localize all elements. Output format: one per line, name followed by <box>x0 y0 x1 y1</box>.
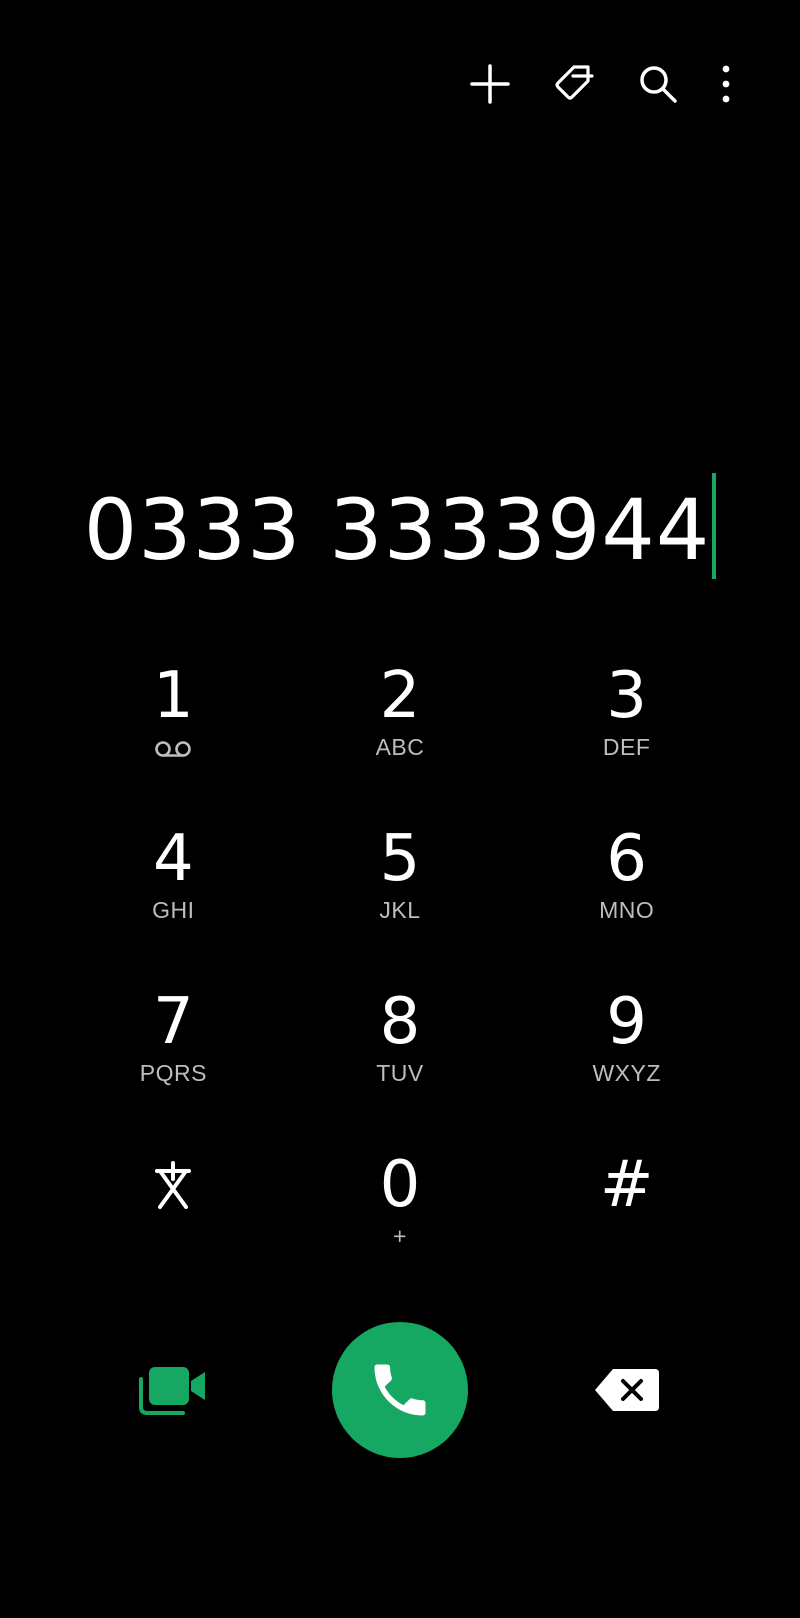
key-5[interactable]: 5 JKL <box>287 823 514 986</box>
key-digit: 9 <box>606 985 648 1059</box>
key-0[interactable]: 0 + <box>287 1149 514 1312</box>
voicemail-icon <box>154 734 192 764</box>
key-letters: DEF <box>602 734 651 760</box>
key-digit: 0 <box>379 1148 421 1222</box>
key-letters: + <box>393 1223 407 1249</box>
key-6[interactable]: 6 MNO <box>513 823 740 986</box>
key-hash[interactable]: # <box>513 1149 740 1312</box>
add-icon <box>470 64 510 104</box>
key-3[interactable]: 3 DEF <box>513 660 740 823</box>
key-digit: 5 <box>379 822 421 896</box>
call-cell <box>287 1322 514 1458</box>
key-star[interactable] <box>60 1149 287 1312</box>
key-digit: 3 <box>606 659 648 733</box>
backspace-button[interactable] <box>582 1355 672 1425</box>
key-letters: GHI <box>152 897 195 923</box>
tag-icon <box>555 65 594 100</box>
add-contact-button[interactable] <box>462 56 518 112</box>
video-call-cell <box>60 1355 287 1425</box>
key-letters: MNO <box>599 897 655 923</box>
key-letters: PQRS <box>139 1060 207 1086</box>
key-digit: 2 <box>379 659 421 733</box>
key-2[interactable]: 2 ABC <box>287 660 514 823</box>
more-vert-icon <box>722 65 730 103</box>
key-digit: # <box>599 1148 654 1222</box>
top-action-bar <box>434 56 740 112</box>
key-letters: WXYZ <box>592 1060 661 1086</box>
key-letters: TUV <box>376 1060 424 1086</box>
backspace-cell <box>513 1355 740 1425</box>
key-7[interactable]: 7 PQRS <box>60 986 287 1149</box>
search-icon <box>640 66 677 103</box>
dial-actions <box>60 1322 740 1458</box>
key-digit: 7 <box>152 985 194 1059</box>
star-icon <box>151 1149 195 1221</box>
video-call-button[interactable] <box>128 1355 218 1425</box>
tag-button[interactable] <box>546 56 602 112</box>
key-letters: ABC <box>375 734 425 760</box>
key-4[interactable]: 4 GHI <box>60 823 287 986</box>
backspace-icon <box>594 1369 659 1411</box>
dialed-number-display[interactable]: 0333 3333944 <box>0 470 800 590</box>
key-digit: 4 <box>152 822 194 896</box>
dial-keypad: 1 2 ABC 3 DEF 4 GHI 5 JKL 6 MNO 7 PQRS 8… <box>60 660 740 1312</box>
video-call-icon <box>139 1367 206 1415</box>
key-9[interactable]: 9 WXYZ <box>513 986 740 1149</box>
more-options-button[interactable] <box>712 56 740 112</box>
search-button[interactable] <box>630 56 686 112</box>
phone-icon <box>374 1364 426 1416</box>
key-8[interactable]: 8 TUV <box>287 986 514 1149</box>
call-button[interactable] <box>331 1322 468 1458</box>
key-digit: 6 <box>606 822 648 896</box>
key-letters: JKL <box>379 897 421 923</box>
dialed-number: 0333 3333944 <box>83 481 711 579</box>
text-cursor <box>712 473 717 579</box>
key-1[interactable]: 1 <box>60 660 287 823</box>
key-digit: 1 <box>152 659 194 733</box>
key-digit: 8 <box>379 985 421 1059</box>
